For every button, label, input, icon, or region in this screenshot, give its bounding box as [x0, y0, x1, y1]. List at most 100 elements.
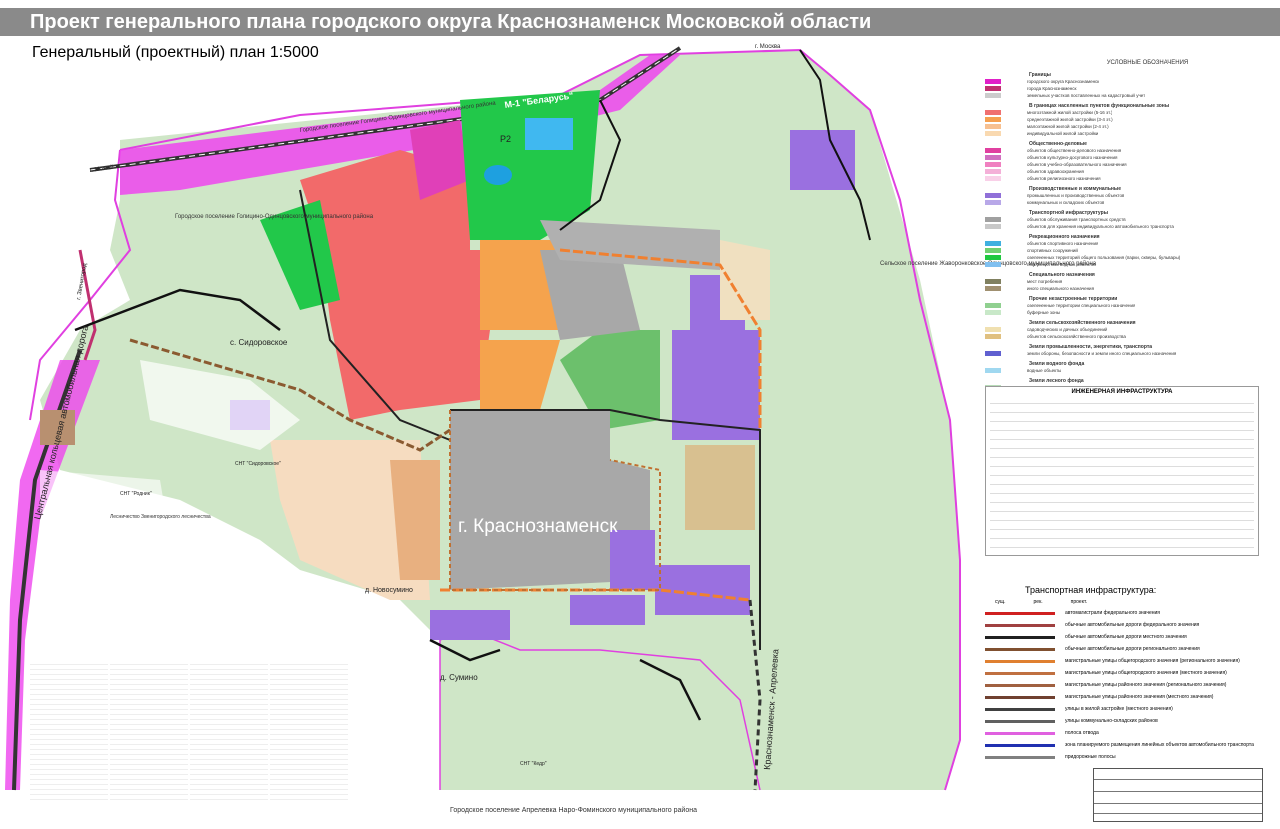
legend-item-label: индивидуальной жилой застройки	[1027, 131, 1099, 136]
legend-item-label: объектов для хранения индивидуального ав…	[1027, 224, 1174, 229]
industrial-zone-s3	[570, 595, 645, 625]
transport-legend-label: магистральные улицы общегородского значе…	[1065, 670, 1227, 676]
legend-item: индивидуальной жилой застройки	[985, 130, 1270, 137]
legend-swatch	[985, 327, 1001, 332]
legend-item-label: земельных участков поставленных на кадас…	[1027, 93, 1146, 98]
legend-swatch	[985, 224, 1001, 229]
legend-swatch	[985, 248, 1001, 253]
transport-line-swatch	[985, 731, 1055, 735]
engineering-row	[990, 512, 1254, 521]
forestry-label: Лесничество Звенигородского лесничества	[110, 514, 211, 520]
legend-swatch	[985, 176, 1001, 181]
transport-line-swatch	[985, 755, 1055, 759]
explication-panel	[30, 660, 350, 800]
legend-item-label: коммунальных и складских объектов	[1027, 200, 1105, 205]
explication-col	[30, 660, 108, 800]
engineering-row	[990, 449, 1254, 458]
legend-item-label: мест погребения	[1027, 279, 1063, 284]
snt-label-zvezd: СНТ "Кедр"	[520, 761, 547, 767]
industrial-zone-n	[790, 130, 855, 190]
legend-swatch	[985, 217, 1001, 222]
transport-legend-item: магистральные улицы районного значения (…	[985, 691, 1270, 703]
legend-group: Границы городского округа Краснознаменск г…	[985, 72, 1270, 99]
transport-col-reconstruct: рек.	[1033, 599, 1043, 605]
legend-item: буферные зоны	[985, 309, 1270, 316]
legend-item-label: города Краснознаменск	[1027, 86, 1077, 91]
legend-swatch	[985, 148, 1001, 153]
legend-item-label: объектов спортивного назначения	[1027, 241, 1099, 246]
transport-line-swatch	[985, 659, 1055, 663]
legend-swatch	[985, 93, 1001, 98]
explication-line	[190, 795, 268, 800]
legend-item: земли обороны, безопасности и земли иног…	[985, 350, 1270, 357]
transport-line-swatch	[985, 743, 1055, 747]
legend-item-label: объектов религиозного назначения	[1027, 176, 1101, 181]
legend-item-label: спортивных сооружений	[1027, 248, 1078, 253]
legend-swatch	[985, 169, 1001, 174]
legend-item: объектов спортивного назначения	[985, 240, 1270, 247]
engineering-row	[990, 503, 1254, 512]
legend-item: малоэтажной жилой застройки (2-4 эт.)	[985, 123, 1270, 130]
legend-item-label: малоэтажной жилой застройки (2-4 эт.)	[1027, 124, 1109, 129]
legend-item: объектов культурно-досугового назначения	[985, 154, 1270, 161]
legend-item-label: объектов учебно-образовательного назначе…	[1027, 162, 1127, 167]
legend-swatch	[985, 310, 1001, 315]
legend-group: Земли сельскохозяйственного назначения са…	[985, 320, 1270, 340]
transport-legend-item: обычные автомобильные дороги местного зн…	[985, 631, 1270, 643]
legend-item: объектов общественно-делового назначения	[985, 147, 1270, 154]
transport-line-swatch	[985, 635, 1055, 639]
transport-legend-item: улицы в жилой застройке (местного значен…	[985, 703, 1270, 715]
city-label: г. Краснознаменск	[458, 516, 618, 537]
legend-group: В границах населенных пунктов функционал…	[985, 103, 1270, 137]
legend-item: водные объекты	[985, 367, 1270, 374]
transport-legend-label: полоса отвода	[1065, 730, 1099, 736]
legend-item-label: иного специального назначения	[1027, 286, 1095, 291]
settlement-label-golitsyno-left: Городское поселение Голицино-Одинцовског…	[175, 213, 374, 220]
map-subtitle: Генеральный (проектный) план 1:5000	[32, 44, 319, 61]
industrial-zone-sw	[430, 610, 510, 640]
legend-group: Общественно-деловые объектов общественно-…	[985, 141, 1270, 182]
zone-label-p2: Р2	[500, 134, 511, 144]
transport-line-swatch	[985, 611, 1055, 615]
legend-swatch	[985, 303, 1001, 308]
road-label-moscow: г. Москва	[755, 44, 781, 50]
legend-swatch	[985, 351, 1001, 356]
dacha-zone-east	[685, 445, 755, 530]
legend-swatch	[985, 279, 1001, 284]
transport-legend-label: улицы в жилой застройке (местного значен…	[1065, 706, 1173, 712]
transport-legend-label: обычные автомобильные дороги местного зн…	[1065, 634, 1187, 640]
transport-line-swatch	[985, 671, 1055, 675]
legend-swatch	[985, 200, 1001, 205]
legend-swatch	[985, 286, 1001, 291]
transport-line-swatch	[985, 695, 1055, 699]
legend-item-label: озелененных территорий общего пользовани…	[1027, 255, 1181, 260]
snt-label-sidorovskoe: СНТ "Сидоровское"	[235, 461, 281, 467]
map-title: Проект генерального плана городского окр…	[30, 11, 872, 33]
transport-legend-item: улицы коммунально-складских районов	[985, 715, 1270, 727]
transport-legend-label: магистральные улицы районного значения (…	[1065, 682, 1227, 688]
transport-legend-item: полоса отвода	[985, 727, 1270, 739]
legend-item: объектов обслуживания транспортных средс…	[985, 216, 1270, 223]
legend-group: Земли промышленности, энергетики, трансп…	[985, 344, 1270, 357]
transport-legend-label: магистральные улицы районного значения (…	[1065, 694, 1214, 700]
legend-item: объектов здравоохранения	[985, 168, 1270, 175]
legend-item-label: промышленных и производственных объектов	[1027, 193, 1125, 198]
transport-columns: сущ. рек. проект.	[985, 599, 1270, 605]
village-label-sidorovskoe: с. Сидоровское	[230, 338, 288, 347]
legend-swatch	[985, 117, 1001, 122]
legend-title: УСЛОВНЫЕ ОБОЗНАЧЕНИЯ	[1106, 60, 1189, 66]
legend-swatch	[985, 110, 1001, 115]
transport-legend-label: придорожные полосы	[1065, 754, 1116, 760]
explication-col	[110, 660, 188, 800]
legend-swatch	[985, 241, 1001, 246]
legend-item: многоэтажной жилой застройки (5-16 эт.)	[985, 109, 1270, 116]
engineering-row	[990, 458, 1254, 467]
legend-item-label: земли обороны, безопасности и земли иног…	[1027, 351, 1177, 356]
settlement-label-aprelevka: Городское поселение Апрелевка Наро-Фомин…	[450, 806, 697, 814]
engineering-row	[990, 395, 1254, 404]
legend-item-label: поверхностных водных объектов	[1027, 262, 1096, 267]
legend-item: объектов для хранения индивидуального ав…	[985, 223, 1270, 230]
legend-item-label: водные объекты	[1027, 368, 1062, 373]
transport-legend-label: магистральные улицы общегородского значе…	[1065, 658, 1240, 664]
explication-col	[270, 660, 348, 800]
